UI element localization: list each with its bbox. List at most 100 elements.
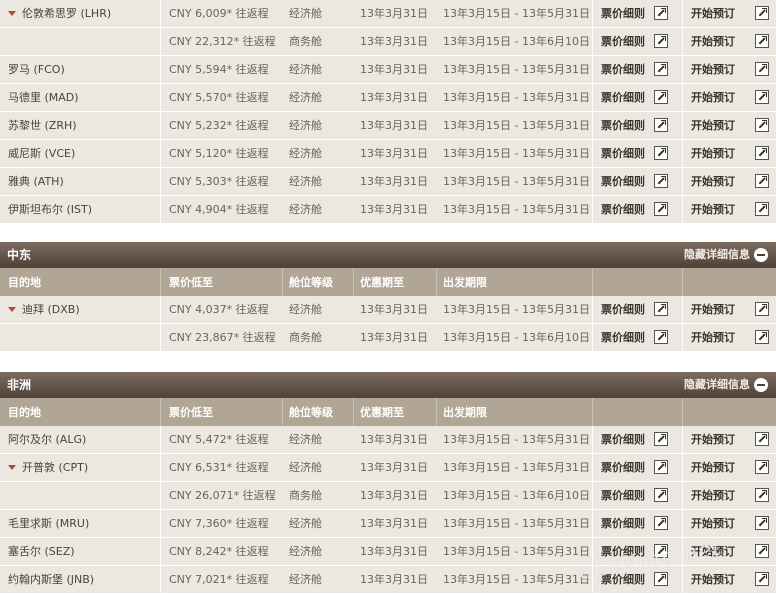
fare-rules-link[interactable]: 票价细则 xyxy=(601,324,645,351)
external-link-icon[interactable] xyxy=(654,302,668,316)
price-cell: CNY 5,120* 往返程 xyxy=(169,147,269,160)
book-button[interactable]: 开始预订 xyxy=(691,56,735,83)
external-link-icon[interactable] xyxy=(755,34,769,48)
external-link-icon[interactable] xyxy=(654,488,668,502)
price-cell: CNY 6,531* 往返程 xyxy=(169,461,269,474)
external-link-icon[interactable] xyxy=(755,146,769,160)
column-header-row: 目的地 票价低至 舱位等级 优惠期至 出发期限 xyxy=(0,268,776,296)
fare-rules-link[interactable]: 票价细则 xyxy=(601,28,645,55)
external-link-icon[interactable] xyxy=(755,174,769,188)
external-link-icon[interactable] xyxy=(755,516,769,530)
price-cell: CNY 5,303* 往返程 xyxy=(169,175,269,188)
external-link-icon[interactable] xyxy=(654,460,668,474)
book-button[interactable]: 开始预订 xyxy=(691,426,735,453)
fare-rules-link[interactable]: 票价细则 xyxy=(601,140,645,167)
fare-rules-link[interactable]: 票价细则 xyxy=(601,56,645,83)
external-link-icon[interactable] xyxy=(755,432,769,446)
external-link-icon[interactable] xyxy=(755,460,769,474)
book-button[interactable]: 开始预订 xyxy=(691,510,735,537)
fare-rules-link[interactable]: 票价细则 xyxy=(601,482,645,509)
class-cell: 经济舱 xyxy=(289,119,322,132)
price-cell: CNY 4,904* 往返程 xyxy=(169,203,269,216)
book-button[interactable]: 开始预订 xyxy=(691,140,735,167)
destination-cell[interactable]: 开普敦 (CPT) xyxy=(8,454,88,481)
external-link-icon[interactable] xyxy=(755,118,769,132)
destination-cell[interactable]: 迪拜 (DXB) xyxy=(8,296,80,323)
class-cell: 经济舱 xyxy=(289,545,322,558)
fare-row: 马德里 (MAD) CNY 5,570* 往返程 经济舱 13年3月31日 13… xyxy=(0,84,776,112)
external-link-icon[interactable] xyxy=(654,62,668,76)
price-cell: CNY 5,232* 往返程 xyxy=(169,119,269,132)
expand-triangle-icon[interactable] xyxy=(8,10,16,16)
external-link-icon[interactable] xyxy=(654,202,668,216)
external-link-icon[interactable] xyxy=(755,62,769,76)
fare-rules-link[interactable]: 票价细则 xyxy=(601,84,645,111)
external-link-icon[interactable] xyxy=(755,202,769,216)
hide-details-link[interactable]: 隐藏详细信息 xyxy=(684,372,750,398)
fare-rules-link[interactable]: 票价细则 xyxy=(601,510,645,537)
book-button[interactable]: 开始预订 xyxy=(691,168,735,195)
book-button[interactable]: 开始预订 xyxy=(691,324,735,351)
column-destination: 目的地 xyxy=(8,276,41,289)
external-link-icon[interactable] xyxy=(654,572,668,586)
fare-row: 苏黎世 (ZRH) CNY 5,232* 往返程 经济舱 13年3月31日 13… xyxy=(0,112,776,140)
price-cell: CNY 6,009* 往返程 xyxy=(169,7,269,20)
fare-rules-link[interactable]: 票价细则 xyxy=(601,296,645,323)
external-link-icon[interactable] xyxy=(654,432,668,446)
external-link-icon[interactable] xyxy=(654,34,668,48)
valid-until-cell: 13年3月31日 xyxy=(360,63,428,76)
external-link-icon[interactable] xyxy=(654,174,668,188)
region-title: 非洲 xyxy=(7,378,32,392)
book-button[interactable]: 开始预订 xyxy=(691,112,735,139)
valid-until-cell: 13年3月31日 xyxy=(360,303,428,316)
valid-until-cell: 13年3月31日 xyxy=(360,545,428,558)
class-cell: 经济舱 xyxy=(289,91,322,104)
external-link-icon[interactable] xyxy=(755,544,769,558)
region-header-africa: 非洲 隐藏详细信息 xyxy=(0,372,776,398)
hide-details-link[interactable]: 隐藏详细信息 xyxy=(684,242,750,268)
fare-rules-link[interactable]: 票价细则 xyxy=(601,196,645,223)
fare-rules-link[interactable]: 票价细则 xyxy=(601,112,645,139)
external-link-icon[interactable] xyxy=(654,146,668,160)
book-button[interactable]: 开始预订 xyxy=(691,196,735,223)
price-cell: CNY 4,037* 往返程 xyxy=(169,303,269,316)
fare-row: 威尼斯 (VCE) CNY 5,120* 往返程 经济舱 13年3月31日 13… xyxy=(0,140,776,168)
travel-period-cell: 13年3月15日 - 13年5月31日 xyxy=(443,147,590,160)
book-button[interactable]: 开始预订 xyxy=(691,84,735,111)
class-cell: 经济舱 xyxy=(289,175,322,188)
book-button[interactable]: 开始预订 xyxy=(691,566,735,593)
destination-cell: 伊斯坦布尔 (IST) xyxy=(8,203,93,216)
expand-triangle-icon[interactable] xyxy=(8,464,16,470)
fare-rules-link[interactable]: 票价细则 xyxy=(601,168,645,195)
fare-rules-link[interactable]: 票价细则 xyxy=(601,454,645,481)
column-travel-period: 出发期限 xyxy=(443,276,487,289)
destination-cell[interactable]: 伦敦希思罗 (LHR) xyxy=(8,0,111,27)
external-link-icon[interactable] xyxy=(654,118,668,132)
external-link-icon[interactable] xyxy=(654,6,668,20)
external-link-icon[interactable] xyxy=(654,516,668,530)
book-button[interactable]: 开始预订 xyxy=(691,28,735,55)
fare-row: 迪拜 (DXB) CNY 4,037* 往返程 经济舱 13年3月31日 13年… xyxy=(0,296,776,324)
class-cell: 经济舱 xyxy=(289,433,322,446)
fare-row: 伦敦希思罗 (LHR) CNY 6,009* 往返程 经济舱 13年3月31日 … xyxy=(0,0,776,28)
external-link-icon[interactable] xyxy=(755,6,769,20)
book-button[interactable]: 开始预订 xyxy=(691,0,735,27)
external-link-icon[interactable] xyxy=(755,488,769,502)
book-button[interactable]: 开始预订 xyxy=(691,296,735,323)
fare-rules-link[interactable]: 票价细则 xyxy=(601,426,645,453)
external-link-icon[interactable] xyxy=(654,330,668,344)
external-link-icon[interactable] xyxy=(654,90,668,104)
book-button[interactable]: 开始预订 xyxy=(691,482,735,509)
book-button[interactable]: 开始预订 xyxy=(691,454,735,481)
external-link-icon[interactable] xyxy=(755,90,769,104)
external-link-icon[interactable] xyxy=(755,572,769,586)
expand-triangle-icon[interactable] xyxy=(8,306,16,312)
fare-rules-link[interactable]: 票价细则 xyxy=(601,0,645,27)
travel-period-cell: 13年3月15日 - 13年5月31日 xyxy=(443,433,590,446)
external-link-icon[interactable] xyxy=(755,302,769,316)
collapse-minus-icon[interactable] xyxy=(754,378,768,392)
external-link-icon[interactable] xyxy=(755,330,769,344)
collapse-minus-icon[interactable] xyxy=(754,248,768,262)
class-cell: 商务舱 xyxy=(289,489,322,502)
price-cell: CNY 7,021* 往返程 xyxy=(169,573,269,586)
